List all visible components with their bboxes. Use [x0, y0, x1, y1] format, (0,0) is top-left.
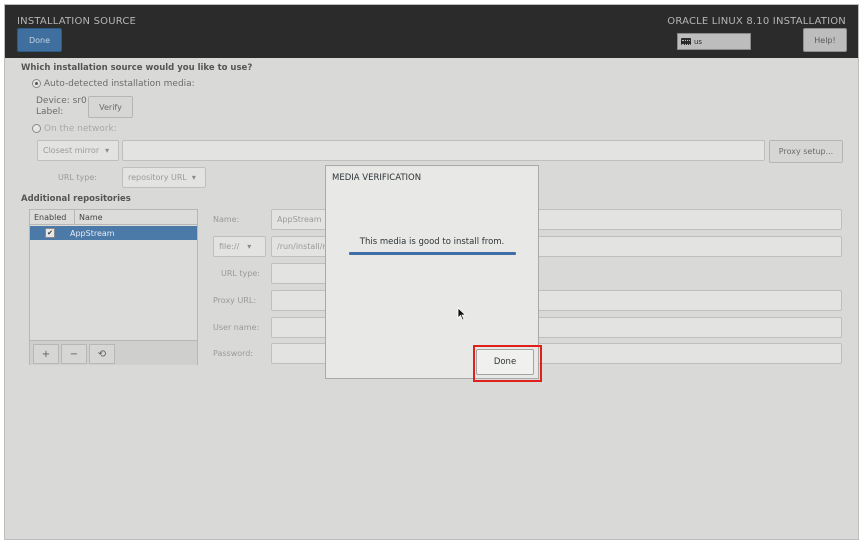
- label-label: Label:: [36, 107, 64, 117]
- repo-name-value: AppStream: [277, 215, 322, 224]
- source-question: Which installation source would you like…: [21, 63, 253, 73]
- mirror-select-label: Closest mirror: [43, 146, 100, 155]
- repo-row-appstream[interactable]: ✔ AppStream: [30, 226, 197, 240]
- repo-list: Enabled Name ✔ AppStream + − ⟲: [29, 209, 198, 365]
- column-enabled[interactable]: Enabled: [30, 210, 75, 224]
- device-label: Device: sr0: [36, 96, 87, 106]
- add-repo-button[interactable]: +: [33, 344, 59, 364]
- auto-detected-option[interactable]: Auto-detected installation media:: [32, 79, 195, 89]
- dialog-title: MEDIA VERIFICATION: [332, 173, 422, 183]
- network-option[interactable]: On the network:: [32, 124, 117, 134]
- proxy-url-label: Proxy URL:: [213, 296, 257, 305]
- page-title: INSTALLATION SOURCE: [17, 16, 137, 27]
- radio-off-icon: [32, 124, 41, 133]
- proxy-setup-button[interactable]: Proxy setup...: [769, 140, 843, 163]
- verification-progress-bar: [349, 252, 516, 255]
- repo-url-type-label: URL type:: [221, 269, 260, 278]
- network-label: On the network:: [43, 124, 117, 134]
- url-type-select-label: repository URL: [128, 173, 187, 182]
- verify-button[interactable]: Verify: [88, 96, 133, 118]
- protocol-select[interactable]: file:// ▾: [213, 236, 266, 257]
- remove-repo-button[interactable]: −: [61, 344, 87, 364]
- user-name-label: User name:: [213, 323, 260, 332]
- protocol-select-label: file://: [219, 242, 240, 251]
- mirror-select[interactable]: Closest mirror ▾: [37, 140, 119, 161]
- repo-name: AppStream: [70, 228, 115, 238]
- repo-toolbar: + − ⟲: [30, 340, 197, 365]
- checkbox-checked-icon[interactable]: ✔: [45, 228, 55, 238]
- keyboard-icon: [681, 38, 691, 45]
- repo-path-value: /run/install/r: [277, 242, 326, 251]
- keyboard-layout-label: us: [694, 37, 703, 46]
- installer-window: INSTALLATION SOURCE ORACLE LINUX 8.10 IN…: [4, 4, 859, 540]
- mouse-cursor-icon: [457, 307, 467, 321]
- repo-list-header: Enabled Name: [30, 210, 197, 225]
- radio-on-icon: [32, 79, 41, 88]
- auto-detected-label: Auto-detected installation media:: [43, 79, 195, 89]
- header-bar: INSTALLATION SOURCE ORACLE LINUX 8.10 IN…: [5, 5, 858, 58]
- product-title: ORACLE LINUX 8.10 INSTALLATION: [667, 16, 846, 27]
- highlight-box: [473, 345, 542, 382]
- chevron-down-icon: ▾: [247, 242, 252, 251]
- repo-url-type-select[interactable]: [271, 263, 331, 284]
- keyboard-layout-indicator[interactable]: us: [677, 33, 751, 50]
- network-url-input[interactable]: [122, 140, 765, 161]
- header-done-button[interactable]: Done: [17, 28, 62, 52]
- column-name[interactable]: Name: [75, 213, 103, 222]
- dialog-message: This media is good to install from.: [359, 237, 505, 247]
- additional-repos-heading: Additional repositories: [21, 194, 131, 204]
- password-label: Password:: [213, 349, 254, 358]
- repo-name-label: Name:: [213, 215, 240, 224]
- chevron-down-icon: ▾: [105, 146, 110, 155]
- chevron-down-icon: ▾: [191, 173, 196, 182]
- help-button[interactable]: Help!: [803, 28, 847, 52]
- url-type-label: URL type:: [58, 173, 97, 182]
- reset-repos-button[interactable]: ⟲: [89, 344, 115, 364]
- url-type-select[interactable]: repository URL ▾: [122, 167, 206, 188]
